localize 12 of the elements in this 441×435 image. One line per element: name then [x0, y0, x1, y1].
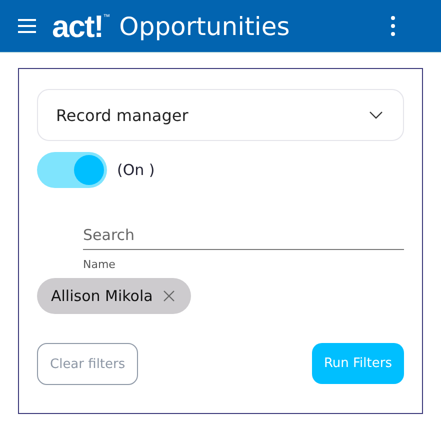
close-icon[interactable] — [162, 290, 175, 302]
chip-label: Allison Mikola — [51, 287, 153, 305]
toggle-switch[interactable] — [37, 152, 107, 188]
toggle-label: (On ) — [117, 161, 155, 179]
more-icon[interactable] — [391, 16, 395, 36]
menu-icon[interactable] — [18, 19, 36, 33]
clear-button[interactable]: Clear filters — [37, 343, 138, 385]
page-title: Opportunities — [119, 12, 291, 40]
run-button[interactable]: Run Filters — [312, 343, 404, 384]
logo: act!$^{™}$ — [52, 10, 110, 42]
field-label: Name — [83, 258, 116, 271]
record-manager-dropdown[interactable]: Record manager — [37, 89, 404, 141]
